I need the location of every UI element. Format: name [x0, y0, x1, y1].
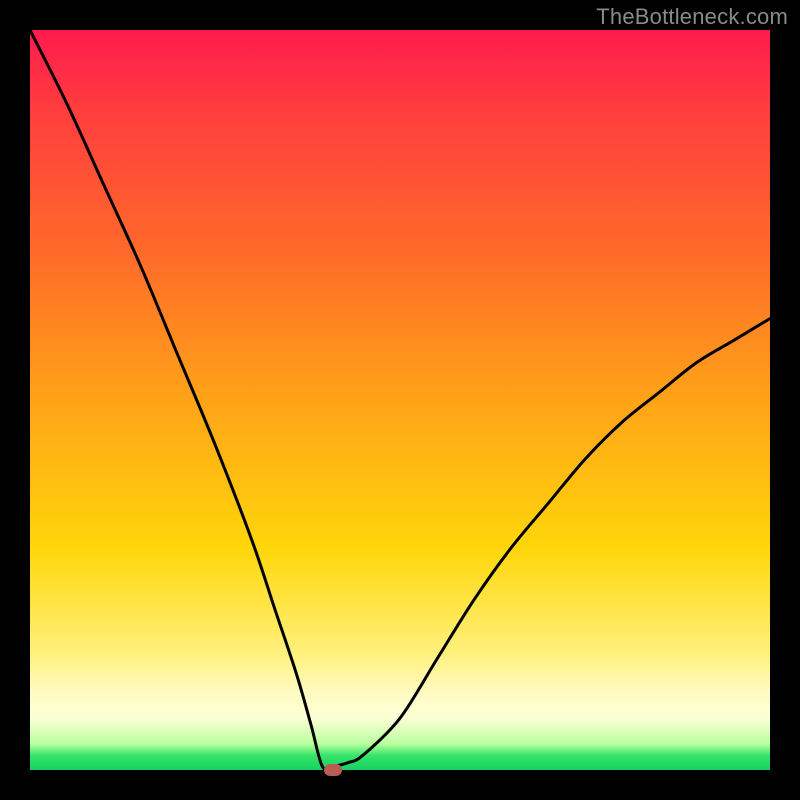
watermark-text: TheBottleneck.com [596, 4, 788, 30]
bottleneck-curve [30, 30, 770, 770]
plot-area [30, 30, 770, 770]
minimum-marker [324, 764, 342, 776]
chart-frame: TheBottleneck.com [0, 0, 800, 800]
